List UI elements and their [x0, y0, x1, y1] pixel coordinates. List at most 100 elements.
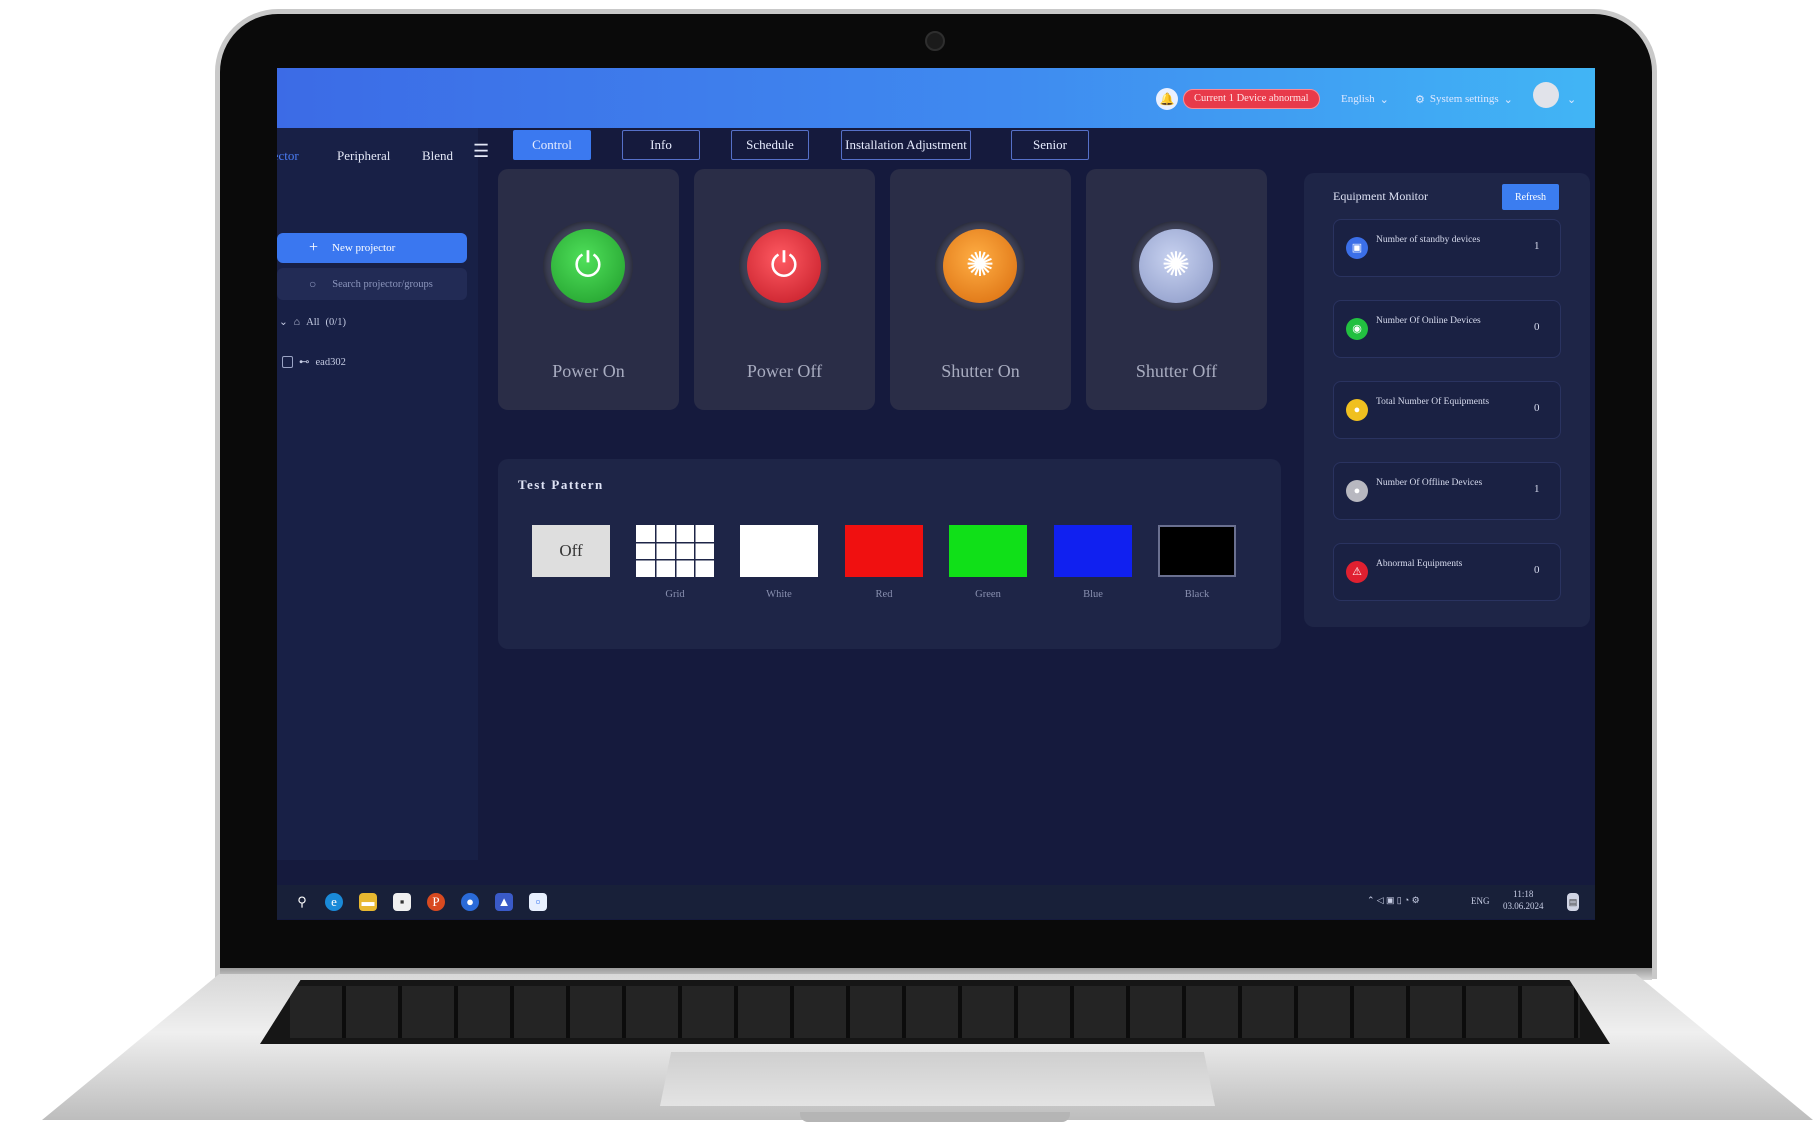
pattern-blue-label: Blue — [1083, 589, 1103, 600]
monitor-abnormal-label: Abnormal Equipments — [1376, 559, 1463, 569]
tab-installation-adjustment[interactable]: Installation Adjustment — [841, 130, 971, 160]
sidebar-tab-peripheral[interactable]: Peripheral — [337, 148, 390, 164]
language-label: English — [1341, 93, 1375, 105]
alert-area[interactable]: 🔔 Current 1 Device abnormal — [1156, 88, 1320, 110]
app-icon[interactable]: ▲ — [495, 893, 513, 911]
tab-schedule[interactable]: Schedule — [731, 130, 809, 160]
top-bar: 🔔 Current 1 Device abnormal English ⌄ ⚙ … — [277, 68, 1595, 128]
shutter-on-card[interactable]: ✺ Shutter On — [890, 169, 1071, 410]
sidebar-tab-blend[interactable]: Blend — [422, 148, 453, 164]
monitor-abnormal-value: 0 — [1534, 564, 1540, 576]
pattern-white-label: White — [766, 589, 792, 600]
alert-badge[interactable]: Current 1 Device abnormal — [1183, 89, 1320, 109]
folder-icon[interactable]: ▬ — [359, 893, 377, 911]
system-settings-menu[interactable]: ⚙ System settings ⌄ — [1415, 88, 1513, 110]
clock-time: 11:18 — [1513, 889, 1534, 899]
avatar[interactable] — [1533, 82, 1559, 108]
pattern-white-button[interactable] — [740, 525, 818, 577]
monitor-online: ◉ Number Of Online Devices 0 — [1333, 300, 1561, 358]
powerpoint-icon[interactable]: P — [427, 893, 445, 911]
monitor-standby: ▣ Number of standby devices 1 — [1333, 219, 1561, 277]
projector-icon: ⊷ — [299, 357, 310, 368]
power-on-card[interactable]: ⏻ Power On — [498, 169, 679, 410]
monitor-standby-label: Number of standby devices — [1376, 235, 1481, 245]
home-icon: ⌂ — [293, 316, 301, 328]
pattern-black-button[interactable] — [1158, 525, 1236, 577]
tree-root-count: (0/1) — [325, 316, 346, 328]
power-on-button[interactable]: ⏻ — [551, 229, 625, 303]
notification-icon[interactable]: ▤ — [1567, 893, 1579, 911]
pattern-grid-button[interactable] — [636, 525, 714, 577]
screen: 🔔 Current 1 Device abnormal English ⌄ ⚙ … — [277, 68, 1595, 920]
monitor-abnormal: ⚠ Abnormal Equipments 0 — [1333, 543, 1561, 601]
monitor-online-label: Number Of Online Devices — [1376, 316, 1481, 326]
shutter-off-label: Shutter Off — [1135, 361, 1218, 381]
power-off-button[interactable]: ⏻ — [747, 229, 821, 303]
pattern-red-button[interactable] — [845, 525, 923, 577]
pattern-off-button[interactable]: Off — [532, 525, 610, 577]
tab-control[interactable]: Control — [513, 130, 591, 160]
monitor-offline: ● Number Of Offline Devices 1 — [1333, 462, 1561, 520]
active-app-icon[interactable]: ▫ — [529, 893, 547, 911]
test-pattern-title: Test Pattern — [518, 477, 604, 492]
monitor-online-value: 0 — [1534, 321, 1540, 333]
chevron-down-icon[interactable]: ⌄ — [1567, 88, 1576, 110]
clock-date: 03.06.2024 — [1503, 901, 1544, 911]
equipment-monitor-title: Equipment Monitor — [1333, 189, 1428, 203]
shutter-off-button[interactable]: ✺ — [1139, 229, 1213, 303]
aperture-icon: ✺ — [965, 247, 995, 284]
chevron-down-icon: ⌄ — [1379, 93, 1389, 106]
gear-icon: ⚙ — [1415, 93, 1425, 106]
keyboard — [260, 980, 1610, 1044]
chevron-down-icon: ⌄ — [279, 317, 288, 328]
taskbar: ⚲ e ▬ ▪ P ● ▲ ▫ ⌃ ◁ ▣ ▯ ◔ ⚙ ENG 11:18 03… — [277, 885, 1595, 919]
search-icon: ○ — [309, 276, 317, 291]
system-tray-icons[interactable]: ⌃ ◁ ▣ ▯ ◔ ⚙ — [1367, 895, 1420, 906]
power-icon: ⏻ — [574, 247, 602, 284]
power-off-card[interactable]: ⏻ Power Off — [694, 169, 875, 410]
system-settings-label: System settings — [1429, 93, 1499, 105]
edge-icon[interactable]: e — [325, 893, 343, 911]
monitor-total-value: 0 — [1534, 402, 1540, 414]
pattern-green-button[interactable] — [949, 525, 1027, 577]
chevron-down-icon: ⌄ — [1503, 93, 1513, 106]
sidebar-tab-projector[interactable]: Projector — [277, 148, 299, 164]
monitor-offline-label: Number Of Offline Devices — [1376, 478, 1483, 488]
store-icon[interactable]: ▪ — [393, 893, 411, 911]
offline-icon: ● — [1346, 480, 1368, 502]
tab-info[interactable]: Info — [622, 130, 700, 160]
refresh-button[interactable]: Refresh — [1502, 184, 1559, 210]
checkbox[interactable] — [282, 356, 293, 368]
plus-icon: + — [309, 239, 319, 256]
input-language[interactable]: ENG — [1471, 896, 1490, 906]
menu-icon[interactable]: ☰ — [473, 142, 491, 160]
tab-senior[interactable]: Senior — [1011, 130, 1089, 160]
sidebar-tabs: Projector Peripheral Blend — [277, 148, 478, 170]
shutter-on-button[interactable]: ✺ — [943, 229, 1017, 303]
power-off-label: Power Off — [746, 361, 823, 381]
pattern-green-label: Green — [975, 589, 1001, 600]
app-icon[interactable]: ● — [461, 893, 479, 911]
bell-icon: 🔔 — [1156, 88, 1178, 110]
pattern-grid-label: Grid — [665, 589, 685, 600]
equipment-monitor-panel: Equipment Monitor Refresh ▣ Number of st… — [1304, 173, 1590, 627]
tree-root[interactable]: ⌄ ⌂ All (0/1) — [279, 316, 346, 329]
pattern-blue-button[interactable] — [1054, 525, 1132, 577]
tree-item-label: ead302 — [315, 356, 346, 368]
search-placeholder: Search projector/groups — [332, 278, 433, 290]
tree-item[interactable]: ⊷ ead302 — [282, 356, 346, 368]
search-input[interactable]: ○ Search projector/groups — [277, 268, 467, 300]
clock[interactable]: 11:18 03.06.2024 — [1503, 888, 1544, 912]
webcam — [925, 31, 945, 51]
total-icon: ● — [1346, 399, 1368, 421]
language-select[interactable]: English ⌄ — [1341, 88, 1389, 110]
pattern-red-label: Red — [875, 589, 893, 600]
test-pattern-panel: Test Pattern Off Grid White Red Green Bl… — [498, 459, 1281, 649]
monitor-total-label: Total Number Of Equipments — [1376, 397, 1490, 407]
monitor-offline-value: 1 — [1534, 483, 1540, 495]
alarm-icon: ⚠ — [1346, 561, 1368, 583]
search-icon[interactable]: ⚲ — [293, 893, 311, 911]
new-projector-button[interactable]: + New projector — [277, 233, 467, 263]
pattern-black-label: Black — [1184, 589, 1210, 600]
shutter-off-card[interactable]: ✺ Shutter Off — [1086, 169, 1267, 410]
